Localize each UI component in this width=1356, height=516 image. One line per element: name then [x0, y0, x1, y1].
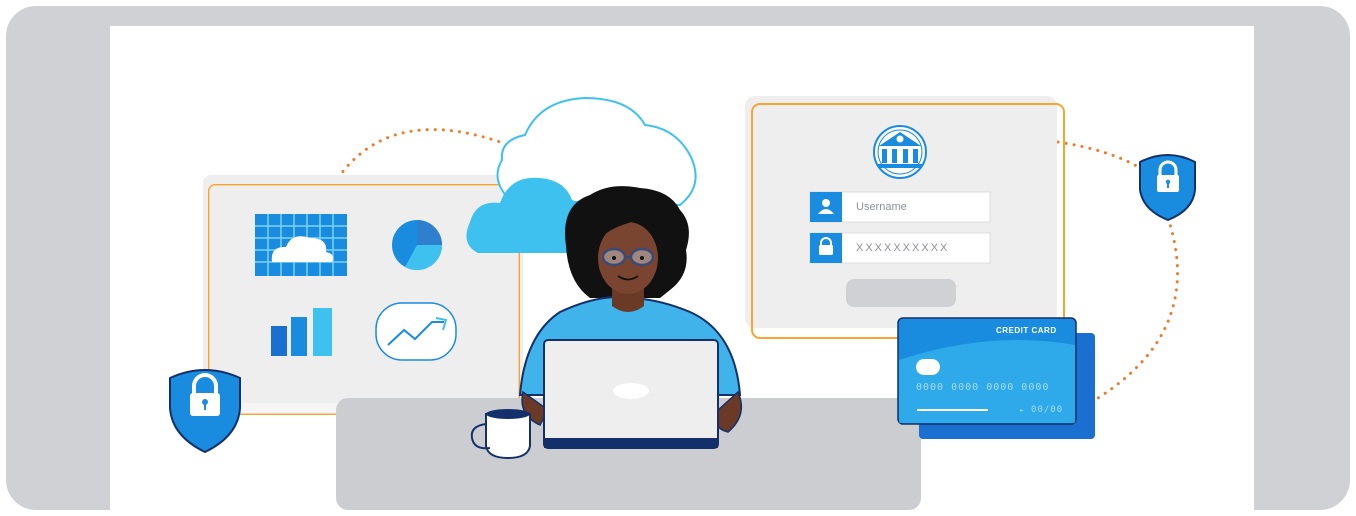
cloud-map-tile: [255, 214, 347, 276]
user-icon: [822, 199, 830, 207]
dotted-connector-right: [1096, 216, 1179, 400]
card-expiry: ► 00/00: [1020, 405, 1063, 415]
bank-icon: [873, 125, 927, 179]
card-expiry-value: 00/00: [1031, 405, 1064, 415]
pie-chart-icon: [392, 220, 443, 271]
laptop-icon: [543, 339, 719, 449]
login-button[interactable]: [846, 279, 956, 307]
shield-lock-icon: [169, 369, 241, 454]
card-number: 0000 0000 0000 0000: [916, 382, 1050, 393]
card-chip: [916, 359, 940, 375]
card-expiry-arrow-icon: ►: [1020, 407, 1025, 414]
password-placeholder: XXXXXXXXXX: [856, 242, 950, 254]
dashboard-panel: [203, 175, 523, 415]
dotted-connector-top-right: [1056, 140, 1142, 170]
shield-lock-icon-right: [1139, 154, 1196, 222]
username-placeholder: Username: [856, 201, 907, 213]
trend-line-icon: [375, 302, 457, 361]
security-illustration: [169, 96, 1196, 510]
dotted-connector-left: [336, 128, 502, 180]
card-label: CREDIT CARD: [996, 326, 1057, 335]
